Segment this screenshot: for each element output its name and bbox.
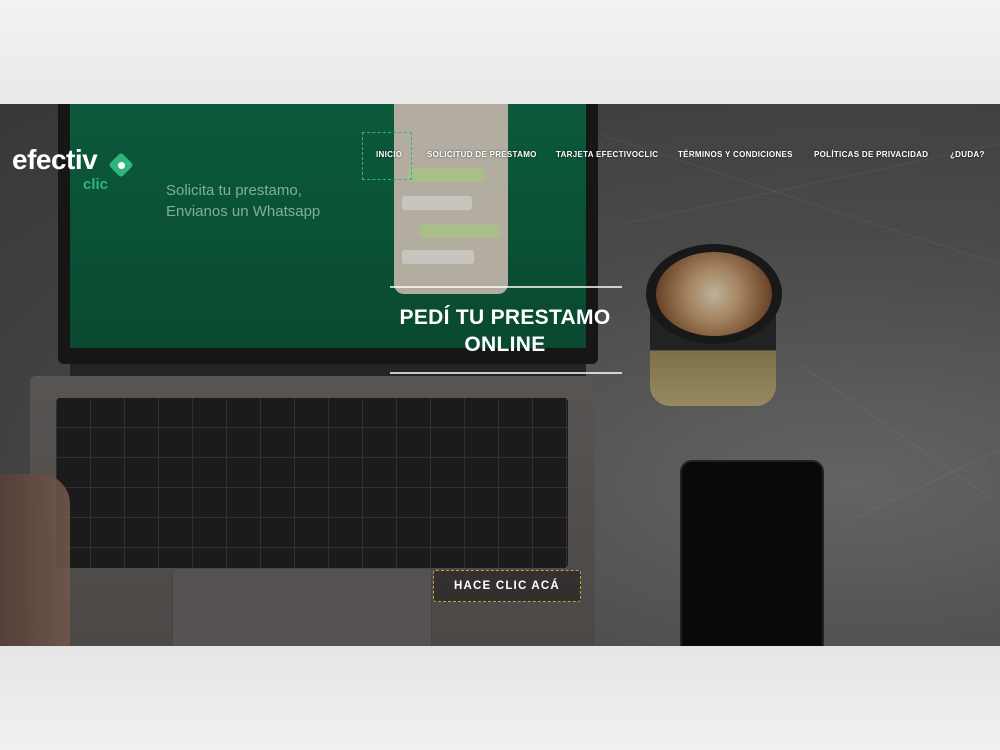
hero-title: PEDÍ TU PRESTAMO ONLINE: [380, 304, 630, 358]
bottom-letterbox: [0, 646, 1000, 750]
hero-overlay: [0, 104, 1000, 646]
hero-title-line2: ONLINE: [464, 333, 546, 356]
nav-item-terminos-y-condiciones[interactable]: TÉRMINOS Y CONDICIONES: [678, 150, 793, 159]
nav-item-tarjeta-efectivoclic[interactable]: TARJETA EFECTIVOCLIC: [556, 150, 658, 159]
nav-item-solicitud-de-prestamo[interactable]: SOLICITUD DE PRESTAMO: [427, 150, 537, 159]
nav-item-inicio[interactable]: INICIO: [376, 150, 402, 159]
top-letterbox: [0, 0, 1000, 104]
hero-divider-top: [390, 286, 622, 288]
hero-title-line1: PEDÍ TU PRESTAMO: [399, 306, 611, 329]
hero-divider-bottom: [390, 372, 622, 374]
nav-item-politicas-de-privacidad[interactable]: POLÍTICAS DE PRIVACIDAD: [814, 150, 928, 159]
hero-section: Solicita tu prestamo, Envianos un Whatsa…: [0, 104, 1000, 646]
logo-subtext: clic: [83, 176, 109, 193]
cta-button[interactable]: HACE CLIC ACÁ: [433, 570, 581, 602]
logo-dot: [118, 162, 125, 169]
nav-item-duda[interactable]: ¿DUDA?: [950, 150, 985, 159]
logo-text[interactable]: efectiv: [12, 144, 98, 176]
